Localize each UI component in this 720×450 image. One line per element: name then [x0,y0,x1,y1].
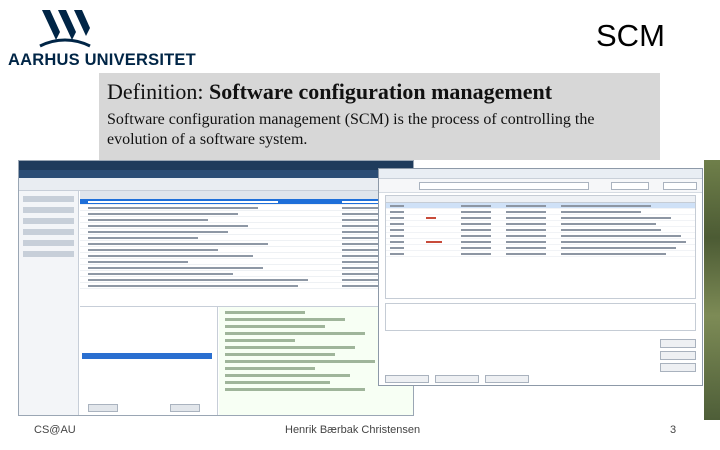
definition-title-prefix: Definition: [107,79,210,104]
footer-course: CS@AU [34,424,76,436]
footer-author: Henrik Bærbak Christensen [285,424,421,436]
definition-box: Definition: Software configuration manag… [99,73,660,160]
window-titlebar [19,161,413,170]
history-tabs [80,191,413,199]
aarhus-university-logo: AARHUS UNIVERSITET [8,8,196,70]
definition-title: Definition: Software configuration manag… [107,79,652,105]
university-seal-icon [39,10,91,48]
dialog-titlebar [379,169,702,179]
log-filter-bar [379,179,702,193]
log-status-text [385,334,696,348]
logo-text: AARHUS UNIVERSITET [8,51,196,69]
commit-history [80,191,413,305]
dialog-bottom-buttons [385,370,655,383]
slide-title: SCM [596,18,665,53]
svn-log-dialog-screenshot [378,168,703,386]
revision-list-header [386,196,695,203]
repository-sidebar [19,191,79,415]
revision-row [386,251,695,257]
file-action-button [170,404,200,412]
slide-number: 3 [670,424,677,436]
commit-details [80,306,413,415]
changed-files-list [80,307,218,415]
background-foliage [704,160,720,420]
git-client-screenshot [18,160,414,416]
revision-list [385,195,696,299]
file-action-button [88,404,118,412]
changed-paths-pane [385,303,696,331]
definition-text: Software configuration management (SCM) … [107,111,595,148]
commit-row [80,283,413,289]
definition-title-term: Software configuration management [209,79,553,104]
dialog-side-buttons [660,339,696,375]
window-menubar [19,170,413,178]
window-toolbar [19,178,413,191]
selected-file-row [82,353,212,359]
